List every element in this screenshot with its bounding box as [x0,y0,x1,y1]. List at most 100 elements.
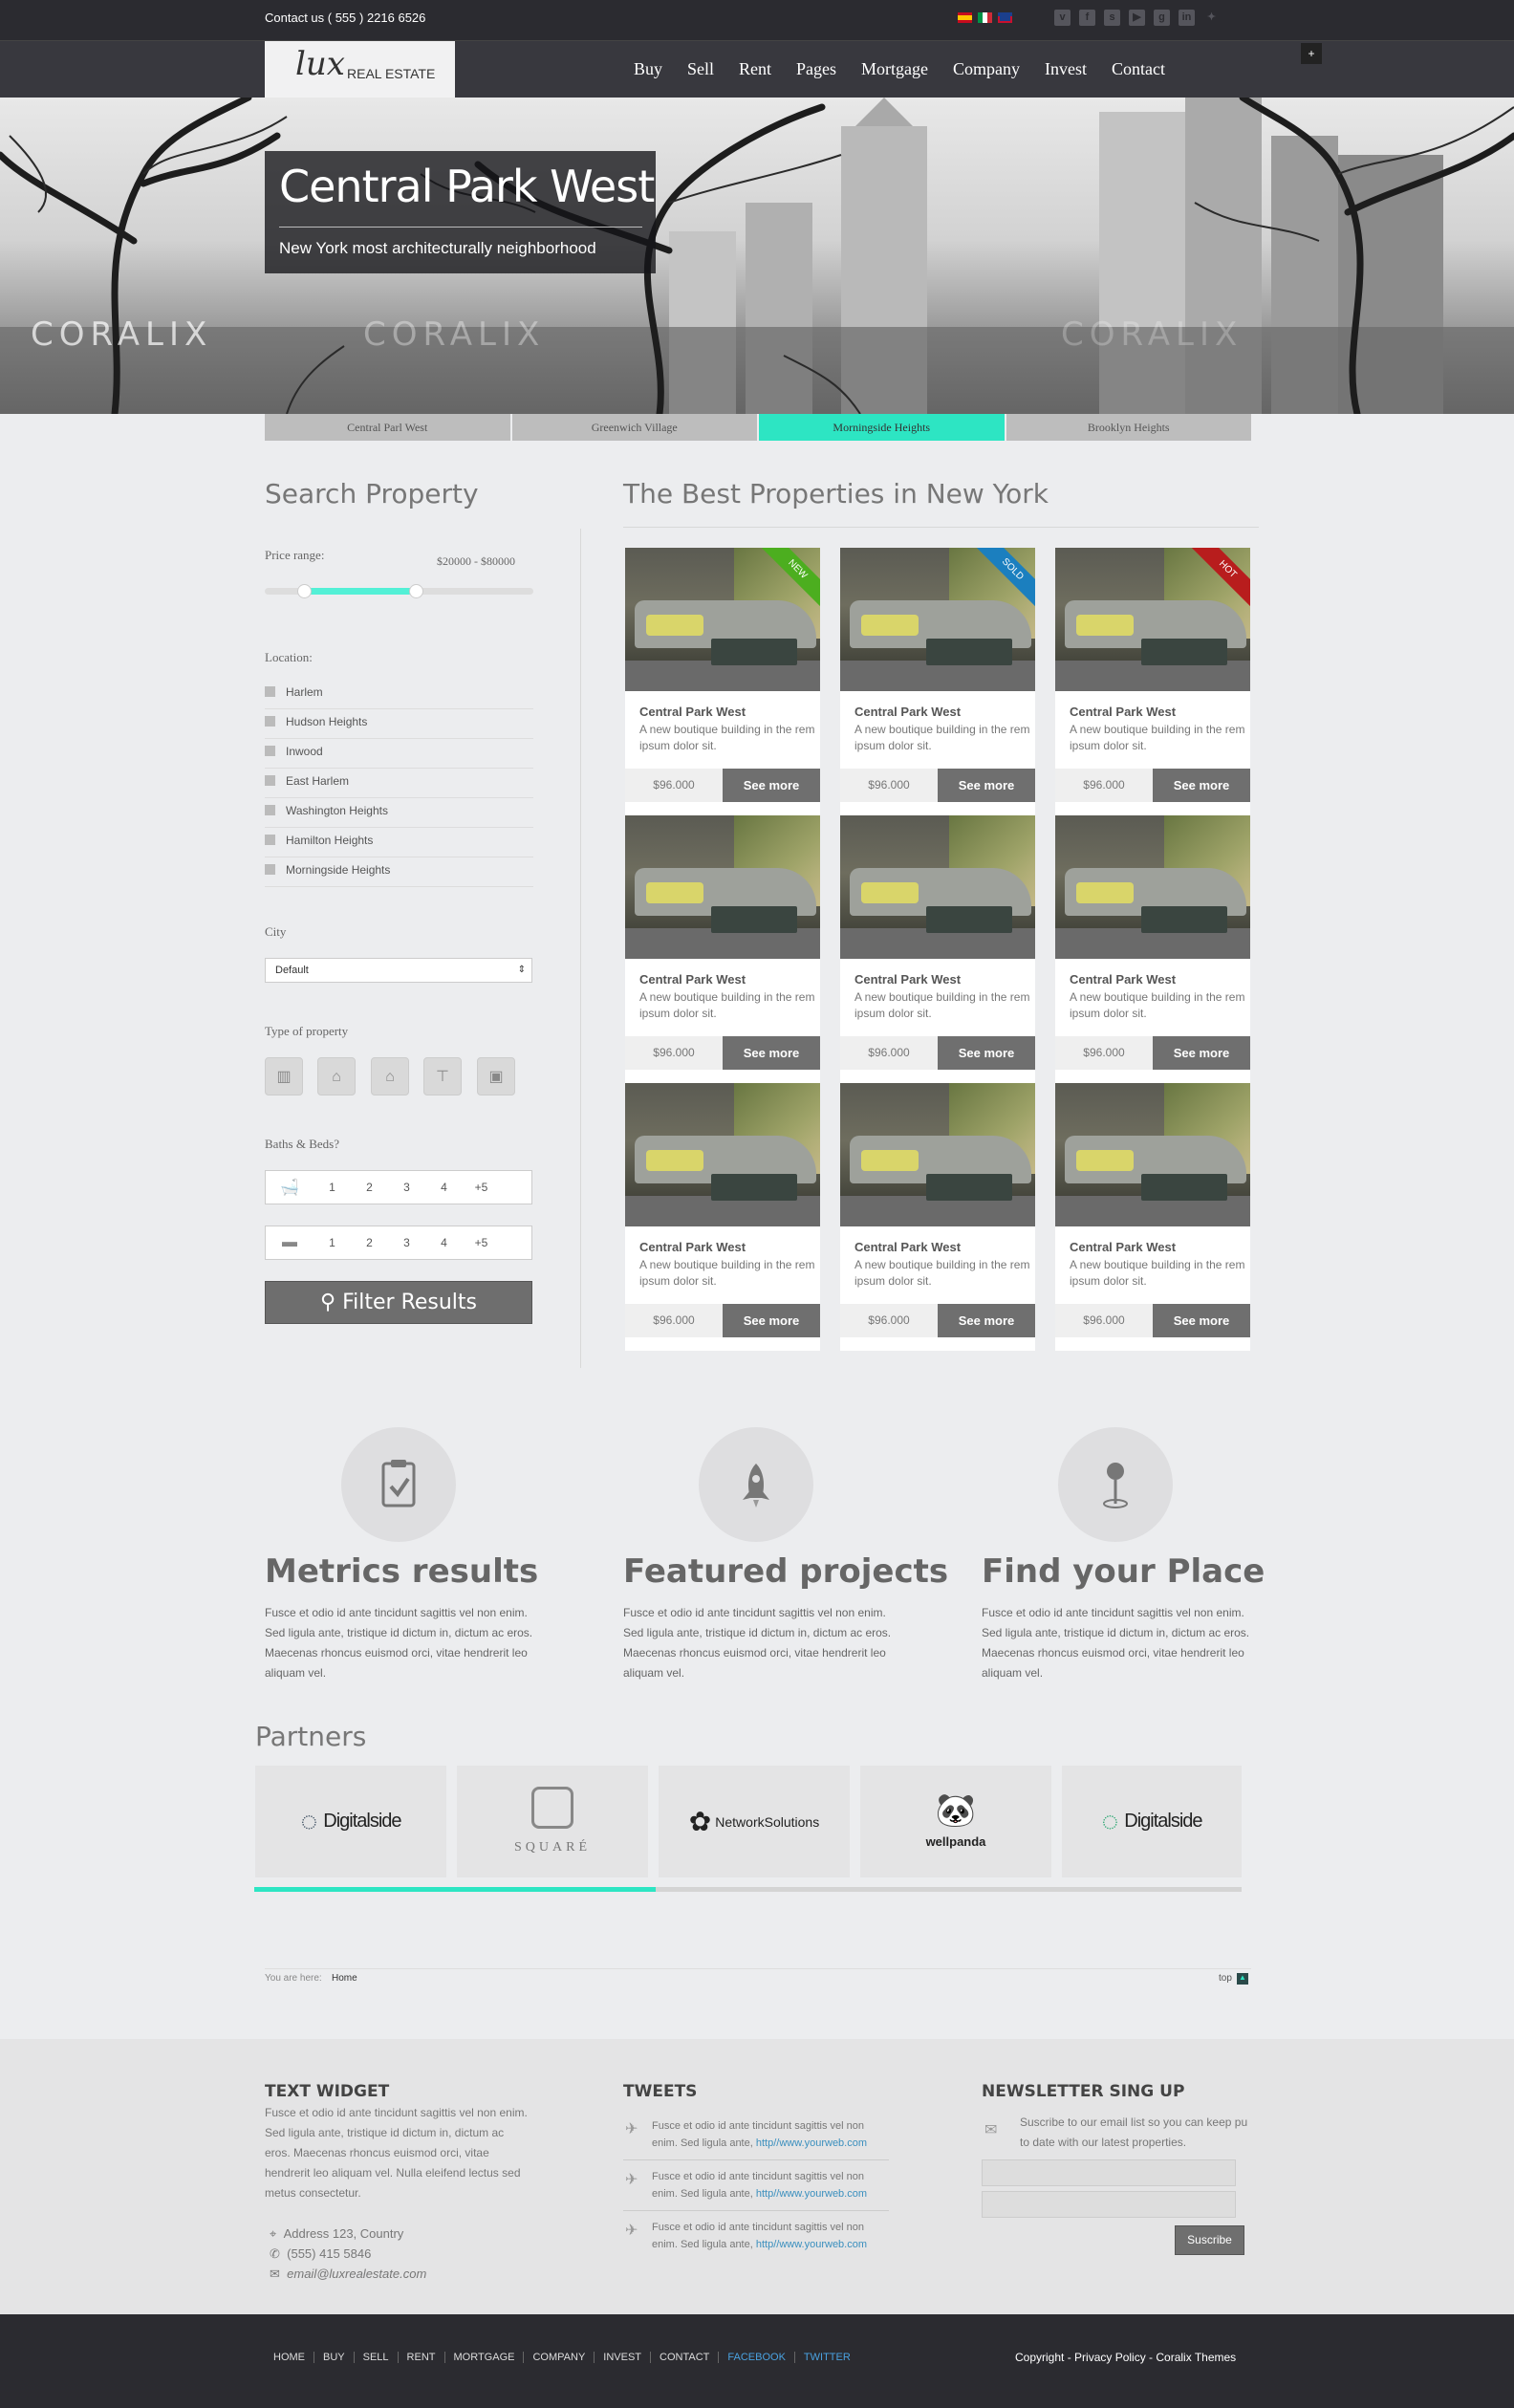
partner-logo-digitalside[interactable]: ◌ Digitalside [255,1766,446,1877]
partners-scroll-thumb[interactable] [254,1887,656,1892]
checkbox[interactable] [265,746,275,756]
footer-nav-mortgage[interactable]: MORTGAGE [445,2352,525,2363]
property-title[interactable]: Central Park West [854,972,961,987]
bath-option-3[interactable]: 3 [388,1181,425,1194]
property-photo[interactable] [625,1083,820,1226]
checkbox[interactable] [265,775,275,786]
footer-nav-facebook[interactable]: FACEBOOK [719,2352,795,2363]
property-card[interactable]: NEW Central Park West A new boutique build… [625,548,820,815]
arrow-up-icon[interactable]: ▲ [1237,1973,1248,1985]
bed-option-2[interactable]: 2 [351,1236,388,1249]
property-photo[interactable]: NEW [625,548,820,691]
footer-nav-company[interactable]: COMPANY [524,2352,595,2363]
property-title[interactable]: Central Park West [1070,705,1176,719]
property-card[interactable]: Central Park West A new boutique building… [625,1083,820,1351]
nav-contact[interactable]: Contact [1112,59,1165,79]
uk-flag-icon[interactable] [998,12,1012,23]
back-to-top-link[interactable]: top [1219,1973,1232,1984]
tab-central-park-west[interactable]: Central Parl West [265,414,510,441]
tab-greenwich-village[interactable]: Greenwich Village [511,414,757,441]
vimeo-icon[interactable]: v [1054,10,1071,26]
youtube-icon[interactable]: ▶ [1129,10,1145,26]
checkbox[interactable] [265,686,275,697]
see-more-button[interactable]: See more [1153,1304,1250,1337]
expand-top-button[interactable]: + [1301,43,1322,64]
bath-option-2[interactable]: 2 [351,1181,388,1194]
footer-email[interactable]: ✉ email@luxrealestate.com [270,2264,426,2284]
footer-nav-invest[interactable]: INVEST [595,2352,652,2363]
footer-nav-home[interactable]: HOME [265,2352,314,2363]
newsletter-name-field[interactable] [982,2159,1236,2186]
newsletter-email-field[interactable] [982,2191,1236,2218]
partner-logo-square[interactable]: SQUARÉ [457,1766,648,1877]
footer-nav-sell[interactable]: SELL [355,2352,399,2363]
es-flag-icon[interactable] [958,12,972,23]
property-title[interactable]: Central Park West [854,705,961,719]
location-harlem[interactable]: Harlem [265,680,533,709]
footer-nav-rent[interactable]: RENT [399,2352,445,2363]
property-title[interactable]: Central Park West [854,1240,961,1254]
nav-invest[interactable]: Invest [1045,59,1087,79]
building-icon[interactable]: ▥ [265,1057,303,1096]
property-photo[interactable] [840,815,1035,959]
subscribe-button[interactable]: Suscribe [1175,2225,1244,2255]
tweet-link[interactable]: http//www.yourweb.com [756,2188,867,2200]
see-more-button[interactable]: See more [723,769,820,802]
partners-scrollbar[interactable] [254,1887,1242,1892]
property-card[interactable]: HOT Central Park West A new boutique build… [1055,548,1250,815]
tab-morningside-heights[interactable]: Morningside Heights [759,414,1005,441]
property-photo[interactable] [840,1083,1035,1226]
bath-option-4[interactable]: 4 [425,1181,463,1194]
googleplus-icon[interactable]: g [1154,10,1170,26]
bed-option-4[interactable]: 4 [425,1236,463,1249]
property-card[interactable]: Central Park West A new boutique building… [1055,815,1250,1083]
partner-logo-wellpanda[interactable]: 🐼 wellpanda [860,1766,1051,1877]
site-logo[interactable]: lux REAL ESTATE [265,41,455,98]
property-card[interactable]: Central Park West A new boutique building… [840,1083,1035,1351]
house-icon[interactable]: ⌂ [371,1057,409,1096]
nav-company[interactable]: Company [953,59,1020,79]
price-range-slider[interactable] [265,584,533,598]
see-more-button[interactable]: See more [938,1036,1035,1070]
property-title[interactable]: Central Park West [639,1240,746,1254]
see-more-button[interactable]: See more [723,1036,820,1070]
bath-option-5plus[interactable]: +5 [463,1181,500,1194]
checkbox[interactable] [265,716,275,727]
price-max-handle[interactable] [409,584,423,598]
property-title[interactable]: Central Park West [1070,972,1176,987]
city-select[interactable]: Default ⇕ [265,958,532,983]
location-washington-heights[interactable]: Washington Heights [265,798,533,828]
sign-icon[interactable]: ⊤ [423,1057,462,1096]
property-card[interactable]: Central Park West A new boutique building… [625,815,820,1083]
breadcrumb-home[interactable]: Home [332,1973,357,1984]
location-east-harlem[interactable]: East Harlem [265,769,533,798]
price-min-handle[interactable] [297,584,312,598]
see-more-button[interactable]: See more [723,1304,820,1337]
property-card[interactable]: SOLD Central Park West A new boutique buil… [840,548,1035,815]
property-photo[interactable] [1055,815,1250,959]
see-more-button[interactable]: See more [938,1304,1035,1337]
bath-option-1[interactable]: 1 [314,1181,351,1194]
see-more-button[interactable]: See more [1153,1036,1250,1070]
facebook-icon[interactable]: f [1079,10,1095,26]
property-title[interactable]: Central Park West [639,972,746,987]
location-inwood[interactable]: Inwood [265,739,533,769]
checkbox[interactable] [265,805,275,815]
location-hudson-heights[interactable]: Hudson Heights [265,709,533,739]
footer-nav-contact[interactable]: CONTACT [651,2352,720,2363]
location-hamilton-heights[interactable]: Hamilton Heights [265,828,533,857]
linkedin-icon[interactable]: in [1179,10,1195,26]
property-photo[interactable]: SOLD [840,548,1035,691]
checkbox[interactable] [265,864,275,875]
nav-rent[interactable]: Rent [739,59,771,79]
tweet-link[interactable]: http//www.yourweb.com [756,2239,867,2250]
footer-nav-twitter[interactable]: TWITTER [795,2352,859,2363]
bed-option-5plus[interactable]: +5 [463,1236,500,1249]
checkbox[interactable] [265,835,275,845]
bed-option-3[interactable]: 3 [388,1236,425,1249]
property-card[interactable]: Central Park West A new boutique building… [840,815,1035,1083]
see-more-button[interactable]: See more [1153,769,1250,802]
tweet-link[interactable]: http//www.yourweb.com [756,2137,867,2149]
property-card[interactable]: Central Park West A new boutique building… [1055,1083,1250,1351]
property-title[interactable]: Central Park West [1070,1240,1176,1254]
